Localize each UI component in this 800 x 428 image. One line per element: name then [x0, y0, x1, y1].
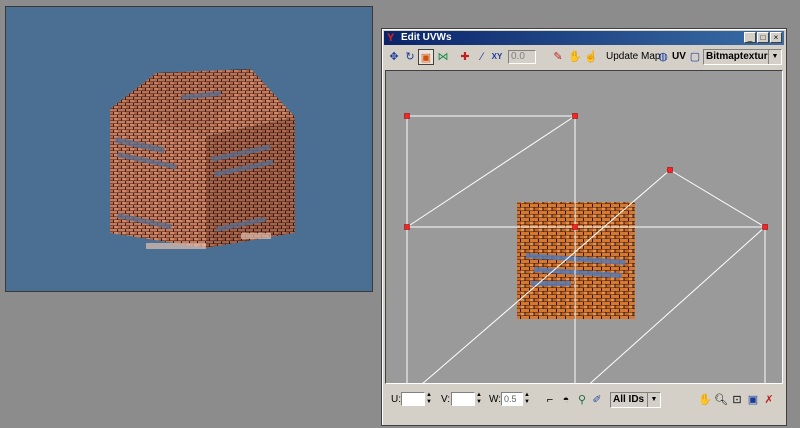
uv-editor-graphics [404, 113, 768, 383]
update-map-button[interactable]: Update Map [606, 49, 660, 65]
w-field[interactable]: 0.5 [501, 392, 523, 406]
uv-vertex[interactable] [572, 113, 578, 119]
checker-icon[interactable]: ◍ [655, 49, 671, 65]
lock-icon[interactable]: ⌐ [543, 392, 557, 408]
3d-viewport[interactable] [5, 6, 373, 292]
uv-vertex[interactable] [572, 224, 578, 230]
pan-icon[interactable]: ☝ [583, 49, 599, 65]
uv-vertex[interactable] [404, 224, 410, 230]
uv-vertex[interactable] [762, 224, 768, 230]
xy-mirror-icon[interactable]: XY [489, 49, 505, 65]
uv-status-bar: U: ▲ ▼ V: ▲ ▼ W: 0.5 ▲ ▼ ⌐ ◓ ⚲ ✐ All IDs ▼ … [385, 389, 783, 411]
value-field[interactable]: 0.0 [508, 50, 536, 64]
chevron-down-icon: ▼ [768, 50, 781, 64]
v-label: V: [441, 394, 451, 405]
title-bar[interactable]: Y Edit UVWs _ □ × [384, 31, 784, 45]
close-button[interactable]: × [770, 32, 782, 43]
edit-uvws-window[interactable]: Y Edit UVWs _ □ × ✥ ↻ ▣ ⋈ ✚ ∕ XY 0.0 ✎ ✋… [381, 28, 787, 426]
freeze-icon[interactable]: ⚲ [575, 392, 589, 408]
zoom-extents-icon[interactable]: ▣ [746, 392, 760, 408]
uv-canvas[interactable] [385, 70, 783, 384]
u-spinner[interactable]: ▲ ▼ [426, 392, 432, 406]
uv-vertex[interactable] [404, 113, 410, 119]
hand-icon[interactable]: ✋ [567, 49, 583, 65]
ids-dropdown-value: All IDs [613, 394, 645, 405]
w-spinner[interactable]: ▲ ▼ [524, 392, 530, 406]
window-title: Edit UVWs [401, 32, 452, 43]
u-field[interactable] [401, 392, 425, 406]
max-logo-icon: Y [387, 32, 395, 44]
scale-icon[interactable]: ▣ [418, 49, 434, 65]
display-icon[interactable]: ▢ [687, 49, 703, 65]
hide-icon[interactable]: ◓ [559, 392, 573, 408]
house-model [110, 69, 295, 249]
u-label: U: [391, 394, 401, 405]
rotate-icon[interactable]: ↻ [402, 49, 418, 65]
zoom-icon[interactable]: 🔍︎ [714, 392, 728, 408]
uv-toolbar: ✥ ↻ ▣ ⋈ ✚ ∕ XY 0.0 ✎ ✋ ☝ Update Map ◍ UV… [385, 48, 783, 68]
pan-hand-icon[interactable]: ✋ [698, 392, 712, 408]
zoom-region-icon[interactable]: ⊡ [730, 392, 744, 408]
v-spinner[interactable]: ▲ ▼ [476, 392, 482, 406]
map-dropdown[interactable]: Bitmaptexture ▼ [703, 49, 782, 65]
w-label: W: [489, 394, 502, 405]
uv-vertex[interactable] [667, 167, 673, 173]
chevron-down-icon: ▼ [647, 393, 660, 407]
pen-icon[interactable]: ✎ [550, 49, 566, 65]
options-icon[interactable]: ✗ [762, 392, 776, 408]
v-field[interactable] [451, 392, 475, 406]
filter-icon[interactable]: ✐ [590, 392, 604, 408]
pick-icon[interactable]: ∕ [474, 49, 490, 65]
uv-toggle[interactable]: UV [672, 49, 686, 65]
minimize-button[interactable]: _ [744, 32, 756, 43]
maximize-button[interactable]: □ [757, 32, 769, 43]
mirror-icon[interactable]: ⋈ [435, 49, 451, 65]
move-icon[interactable]: ✥ [386, 49, 402, 65]
freeform-icon[interactable]: ✚ [457, 49, 473, 65]
map-dropdown-value: Bitmaptexture [706, 51, 774, 62]
ids-dropdown[interactable]: All IDs ▼ [610, 392, 661, 408]
